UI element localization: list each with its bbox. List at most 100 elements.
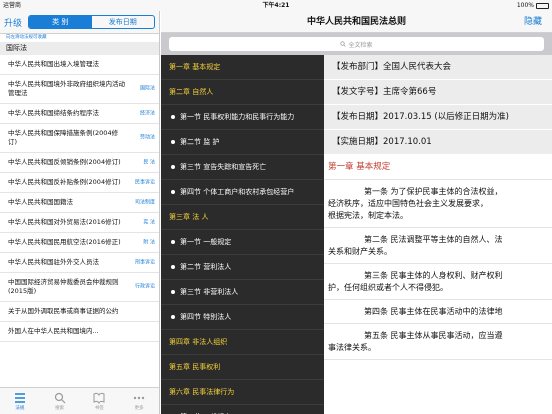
- hide-toc-button[interactable]: 隐藏: [524, 11, 542, 33]
- law-category-tag: 行政诉讼: [134, 283, 155, 290]
- law-list-item[interactable]: 中华人民共和国保障措施条例(2004修订) 劳动法: [0, 124, 159, 153]
- tab-bookmarks-label: 书签: [94, 405, 104, 411]
- right-nav-bar: 中华人民共和国民法总则 隐藏: [161, 11, 552, 33]
- law-title: 中国国际经济贸易仲裁委员会仲裁规则(2015版): [8, 278, 119, 295]
- law-category-tag: 劳动法: [139, 134, 155, 141]
- law-category-tag: 民 法: [143, 159, 155, 165]
- section-header: 国际法: [0, 42, 159, 55]
- law-list-item[interactable]: 中国国际经济贸易仲裁委员会仲裁规则(2015版) 行政诉讼: [0, 273, 159, 302]
- law-list-item[interactable]: 中华人民共和国缔结条约程序法 经济法: [0, 104, 159, 124]
- toc-label: 第四节 个体工商户和农村承包经营户: [180, 188, 295, 196]
- toc-chapter-item[interactable]: 第二章 自然人: [161, 80, 324, 105]
- battery-indicator: 100%: [517, 0, 549, 11]
- law-title: 中华人民共和国缔结条约程序法: [8, 109, 99, 117]
- law-list-item[interactable]: 中华人民共和国境外非政府组织境内活动管理法 国际法: [0, 75, 159, 104]
- toc-label: 第三节 宣告失踪和宣告死亡: [180, 163, 267, 171]
- toc-section-item[interactable]: 第三节 宣告失踪和宣告死亡: [161, 155, 324, 180]
- tab-laws-label: 法规: [15, 405, 25, 411]
- bullet-icon: [171, 290, 175, 294]
- law-list-item[interactable]: 中华人民共和国出境入境管理法: [0, 55, 159, 75]
- law-list-item[interactable]: 中华人民共和国反补贴条例(2004修订) 民事诉讼: [0, 173, 159, 193]
- article-paragraph: 第五条 民事主体从事民事活动，应当遵 事法律关系。: [324, 324, 552, 360]
- toc-label: 第二节 营利法人: [180, 263, 232, 271]
- law-list-item[interactable]: 中华人民共和国对外贸易法(2016修订) 宪 法: [0, 213, 159, 233]
- article-line: 第一条 为了保护民事主体的合法权益，: [364, 187, 503, 196]
- law-category-tag: 司法制度: [134, 199, 155, 205]
- article-list: 第一条 为了保护民事主体的合法权益， 经济秩序，适应中国特色社会主义发展要求， 根据…: [324, 180, 552, 360]
- tab-laws[interactable]: 法规: [0, 388, 40, 414]
- search-icon: [54, 392, 66, 403]
- toc-section-item[interactable]: 第四节 个体工商户和农村承包经营户: [161, 180, 324, 205]
- book-icon: [93, 392, 105, 404]
- law-category-tag: 国际法: [139, 85, 155, 92]
- law-list-item[interactable]: 中华人民共和国民用航空法(2016修正) 附 法: [0, 233, 159, 253]
- clock: 下午4:21: [262, 2, 290, 9]
- toc-section-item[interactable]: 第二节 营利法人: [161, 255, 324, 280]
- metadata-row: 【发布部门】全国人民代表大会: [324, 55, 552, 80]
- law-title: 中华人民共和国境外非政府组织境内活动管理法: [8, 80, 125, 97]
- law-list-pane: 升级 类 别 发布日期 向左滑动法规可收藏 国际法 中华人民共和国出境入境管理法…: [0, 11, 160, 414]
- law-list-item[interactable]: 中华人民共和国国籍法 司法制度: [0, 193, 159, 213]
- toc-section-item[interactable]: 第一节 一般规定: [161, 405, 324, 414]
- swipe-hint: 向左滑动法规可收藏: [6, 35, 47, 40]
- article-paragraph: 第四条 民事主体在民事活动中的法律地: [324, 300, 552, 324]
- law-title: 中华人民共和国对外贸易法(2016修订): [8, 218, 121, 226]
- fulltext-search-input[interactable]: 全文检索: [169, 37, 544, 51]
- law-category-tag: 附 法: [143, 239, 155, 245]
- law-title: 外国人在中华人民共和国境内...: [8, 327, 99, 335]
- law-list-item[interactable]: 外国人在中华人民共和国境内...: [0, 322, 159, 342]
- toc-label: 第二章 自然人: [169, 88, 214, 96]
- law-list-item[interactable]: 中华人民共和国反倾销条例(2004修订) 民 法: [0, 153, 159, 173]
- bullet-icon: [171, 240, 175, 244]
- toc-section-item[interactable]: 第一节 民事权利能力和民事行为能力: [161, 105, 324, 130]
- toc-label: 第四章 非法人组织: [169, 338, 228, 346]
- tab-bar: 法规 搜索 书签 更多: [0, 387, 159, 414]
- tab-more-label: 更多: [134, 405, 144, 411]
- search-placeholder: 全文检索: [348, 41, 373, 49]
- bullet-icon: [171, 165, 175, 169]
- toc-chapter-item[interactable]: 第一章 基本规定: [161, 55, 324, 80]
- toc-chapter-item[interactable]: 第六章 民事法律行为: [161, 380, 324, 405]
- toc-section-item[interactable]: 第二节 监 护: [161, 130, 324, 155]
- article-line: 关系和财产关系。: [328, 247, 392, 256]
- bullet-icon: [171, 265, 175, 269]
- law-list-item[interactable]: 中华人民共和国驻外外交人员法 刑事诉讼: [0, 253, 159, 273]
- toc-label: 第三章 法 人: [169, 213, 209, 221]
- search-bar: 全文检索: [161, 33, 552, 55]
- tab-bookmarks[interactable]: 书签: [80, 388, 120, 414]
- toc-section-item[interactable]: 第四节 特别法人: [161, 305, 324, 330]
- search-icon: [340, 41, 347, 47]
- article-line: 经济秩序，适应中国特色社会主义发展要求，: [328, 199, 488, 208]
- tab-search-label: 搜索: [55, 405, 65, 411]
- article-line: 第三条 民事主体的人身权利、财产权利: [364, 271, 503, 280]
- toc-label: 第五章 民事权利: [169, 363, 221, 371]
- toc-chapter-item[interactable]: 第四章 非法人组织: [161, 330, 324, 355]
- toc-section-item[interactable]: 第三节 非营利法人: [161, 280, 324, 305]
- law-content: 【发布部门】全国人民代表大会 【发文字号】主席令第66号 【发布日期】2017.03…: [324, 55, 552, 414]
- law-category-tag: 经济法: [139, 110, 155, 116]
- toc-label: 第一节 民事权利能力和民事行为能力: [180, 113, 295, 121]
- upgrade-button[interactable]: 升级: [4, 16, 22, 29]
- article-line: 第二条 民法调整平等主体的自然人、法: [364, 235, 503, 244]
- toc-chapter-item[interactable]: 第五章 民事权利: [161, 355, 324, 380]
- toc-chapter-item[interactable]: 第三章 法 人: [161, 205, 324, 230]
- toc-label: 第一节 一般规定: [180, 238, 232, 246]
- tab-more[interactable]: 更多: [119, 388, 159, 414]
- segment-category[interactable]: 类 别: [29, 16, 92, 28]
- table-of-contents: 第一章 基本规定 第二章 自然人 第一节 民事权利能力和民事行为能力 第二节 监 护第…: [161, 55, 324, 414]
- bullet-icon: [171, 315, 175, 319]
- page-title: 中华人民共和国民法总则: [306, 17, 406, 27]
- tab-search[interactable]: 搜索: [40, 388, 80, 414]
- law-list-item[interactable]: 关于从国外调取民事或商事证据的公约: [0, 302, 159, 322]
- bullet-icon: [171, 115, 175, 119]
- toc-section-item[interactable]: 第一节 一般规定: [161, 230, 324, 255]
- article-line: 护，任何组织或者个人不得侵犯。: [328, 283, 448, 292]
- toc-label: 第三节 非营利法人: [180, 288, 239, 296]
- toc-label: 第一章 基本规定: [169, 63, 221, 71]
- law-title: 中华人民共和国反倾销条例(2004修订): [8, 158, 121, 166]
- chapter-heading: 第一章 基本规定: [324, 155, 552, 180]
- metadata-row: 【实施日期】2017.10.01: [324, 130, 552, 155]
- battery-icon: [536, 2, 549, 9]
- toc-label: 第二节 监 护: [180, 138, 220, 146]
- segment-publish-date[interactable]: 发布日期: [92, 16, 155, 28]
